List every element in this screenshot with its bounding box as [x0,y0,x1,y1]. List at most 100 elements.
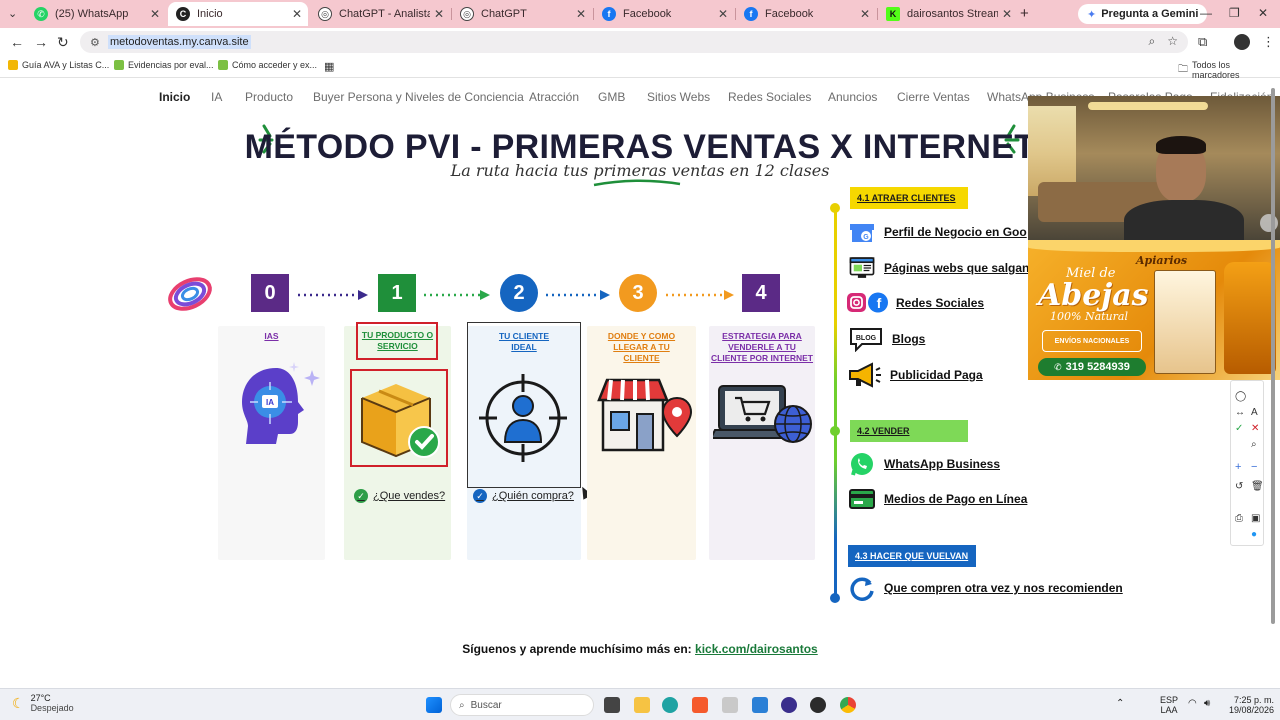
item-social-networks[interactable]: f Redes Sociales [846,291,984,315]
step-4-badge[interactable]: 4 [742,274,780,312]
step-2-badge[interactable]: 2 [500,274,538,312]
close-icon[interactable]: ✕ [292,7,302,21]
step-1-badge[interactable]: 1 [378,274,416,312]
window-close-button[interactable]: ✕ [1258,6,1268,20]
forward-button[interactable]: → [34,34,48,50]
task-view-icon[interactable] [604,697,620,713]
arrow-tool-icon[interactable]: ↔ [1235,407,1245,418]
ellipse-tool-icon[interactable]: ◯ [1235,391,1246,402]
apps-grid-icon[interactable]: ▦ [324,60,334,73]
close-icon[interactable]: ✕ [576,7,586,21]
obs-icon[interactable] [781,697,797,713]
tab-inicio[interactable]: C Inicio ✕ [168,2,308,26]
profile-avatar[interactable] [1234,34,1250,50]
nav-buyer-persona[interactable]: Buyer Persona y Niveles de Conciencia [313,90,524,104]
windows-start-icon[interactable] [426,697,442,713]
item-blogs[interactable]: BLOG Blogs [848,327,925,352]
bookmark-star-icon[interactable]: ☆ [1167,34,1178,49]
print-tool-icon[interactable]: ⎙ [1235,513,1243,524]
restore-button[interactable]: ❐ [1229,6,1240,20]
reload-button[interactable]: ↻ [57,34,69,51]
edge-icon[interactable] [662,697,678,713]
new-tab-button[interactable]: + [1020,5,1029,22]
nav-producto[interactable]: Producto [245,90,293,104]
brave-icon[interactable] [692,697,708,713]
volume-icon[interactable]: 🔊︎ [1204,699,1210,709]
item-paid-ads[interactable]: Publicidad Paga [846,362,983,388]
bookmark-item[interactable]: Cómo acceder y ex... [218,60,317,70]
close-icon[interactable]: ✕ [718,7,728,21]
tab-chatgpt[interactable]: ◎ ChatGPT ✕ [452,2,592,26]
language-indicator[interactable]: ESP LAA [1160,695,1178,715]
nav-inicio[interactable]: Inicio [159,90,190,104]
back-button[interactable]: ← [10,34,24,50]
file-explorer-icon[interactable] [634,697,650,713]
menu-icon[interactable]: ⋮ [1262,34,1275,50]
tab-facebook-2[interactable]: f Facebook ✕ [736,2,876,26]
tab-kick[interactable]: K dairosantos Stream - Watc ✕ [878,2,1018,26]
step-4-card[interactable]: ESTRATEGIA PARA VENDERLE A TU CLIENTE PO… [709,326,815,560]
zoom-tool-icon[interactable]: ⌕ [1251,439,1257,450]
app-icon[interactable] [722,697,738,713]
gemini-button[interactable]: ✦ Pregunta a Gemini [1078,4,1208,24]
clock[interactable]: 7:25 p. m. 19/08/2026 [1224,695,1274,715]
info-tool-icon[interactable]: ● [1251,529,1257,540]
weather-widget[interactable]: ☾ 27°C Despejado [12,693,74,713]
tab-search-icon[interactable]: ⌄ [8,7,17,20]
undo-tool-icon[interactable]: ↺ [1235,481,1243,492]
tab-chatgpt-analista[interactable]: ◎ ChatGPT - Analista de Proc ✕ [310,2,450,26]
x-tool-icon[interactable]: ✕ [1251,423,1259,434]
section-attract-tag[interactable]: 4.1 ATRAER CLIENTES [850,187,968,209]
bookmark-item[interactable]: Guía AVA y Listas C... [8,60,109,70]
capture-app-icon[interactable] [752,697,768,713]
nav-ia[interactable]: IA [211,90,222,104]
close-icon[interactable]: ✕ [1002,7,1012,21]
section-return-tag[interactable]: 4.3 HACER QUE VUELVAN [848,545,976,567]
step-3-badge[interactable]: 3 [619,274,657,312]
minimize-button[interactable]: — [1200,6,1212,20]
minus-tool-icon[interactable]: − [1251,461,1257,473]
step-3-card[interactable]: DONDE Y COMO LLEGAR A TU CLIENTE [587,326,696,560]
wifi-icon[interactable]: ◠ [1188,699,1197,709]
close-icon[interactable]: ✕ [434,7,444,21]
scrollbar-thumb[interactable] [1271,88,1275,624]
step-1-check-link[interactable]: ✓ ¿Que vendes? [354,489,445,503]
page-scrollbar[interactable] [1270,88,1276,628]
step-2-check-link[interactable]: ✓ ¿Quién compra? [473,489,574,503]
address-bar[interactable]: ⚙ metodoventas.my.canva.site ⌕ ☆ [80,31,1188,53]
item-google-business[interactable]: G Perfil de Negocio en Goo [848,220,1027,244]
extensions-icon[interactable]: ⧉ [1198,34,1207,50]
step-2-card[interactable]: TU CLIENTE IDEAL [467,322,581,560]
item-whatsapp-business[interactable]: WhatsApp Business [848,452,1000,476]
all-bookmarks[interactable]: 🗀 Todos los marcadores [1178,60,1280,80]
item-repeat-customers[interactable]: Que compren otra vez y nos recomienden [848,576,1123,601]
tray-chevron-icon[interactable]: ⌃ [1116,699,1124,709]
tab-facebook-1[interactable]: f Facebook ✕ [594,2,734,26]
nav-redes-sociales[interactable]: Redes Sociales [728,90,811,104]
plus-tool-icon[interactable]: + [1235,461,1241,473]
footer-kick-link[interactable]: kick.com/dairosantos [695,642,818,656]
nav-anuncios[interactable]: Anuncios [828,90,877,104]
nav-atraccion[interactable]: Atracción [529,90,579,104]
tab-whatsapp[interactable]: ✆ (25) WhatsApp ✕ [26,2,166,26]
taskbar-search[interactable]: ⌕ Buscar [450,694,594,716]
site-info-icon[interactable]: ⚙ [90,36,102,49]
step-0-badge[interactable]: 0 [251,274,289,312]
trash-tool-icon[interactable]: 🗑 [1251,481,1264,492]
save-tool-icon[interactable]: ▣ [1251,513,1260,524]
step-0-card[interactable]: IAS IA [218,326,325,560]
text-tool-icon[interactable]: A [1251,407,1258,418]
nav-sitios-webs[interactable]: Sitios Webs [647,90,710,104]
check-tool-icon[interactable]: ✓ [1235,423,1243,434]
item-web-pages[interactable]: Páginas webs que salgan [848,256,1029,280]
nav-cierre-ventas[interactable]: Cierre Ventas [897,90,970,104]
step-1-card[interactable]: TU PRODUCTO O SERVICIO [344,322,451,560]
section-sell-tag[interactable]: 4.2 VENDER [850,420,968,442]
close-icon[interactable]: ✕ [860,7,870,21]
zoom-icon[interactable]: ⌕ [1149,34,1156,49]
nav-gmb[interactable]: GMB [598,90,625,104]
media-app-icon[interactable] [810,697,826,713]
bookmark-item[interactable]: Evidencias por eval... [114,60,214,70]
close-icon[interactable]: ✕ [150,7,160,21]
item-payment-methods[interactable]: Medios de Pago en Línea [848,487,1027,511]
